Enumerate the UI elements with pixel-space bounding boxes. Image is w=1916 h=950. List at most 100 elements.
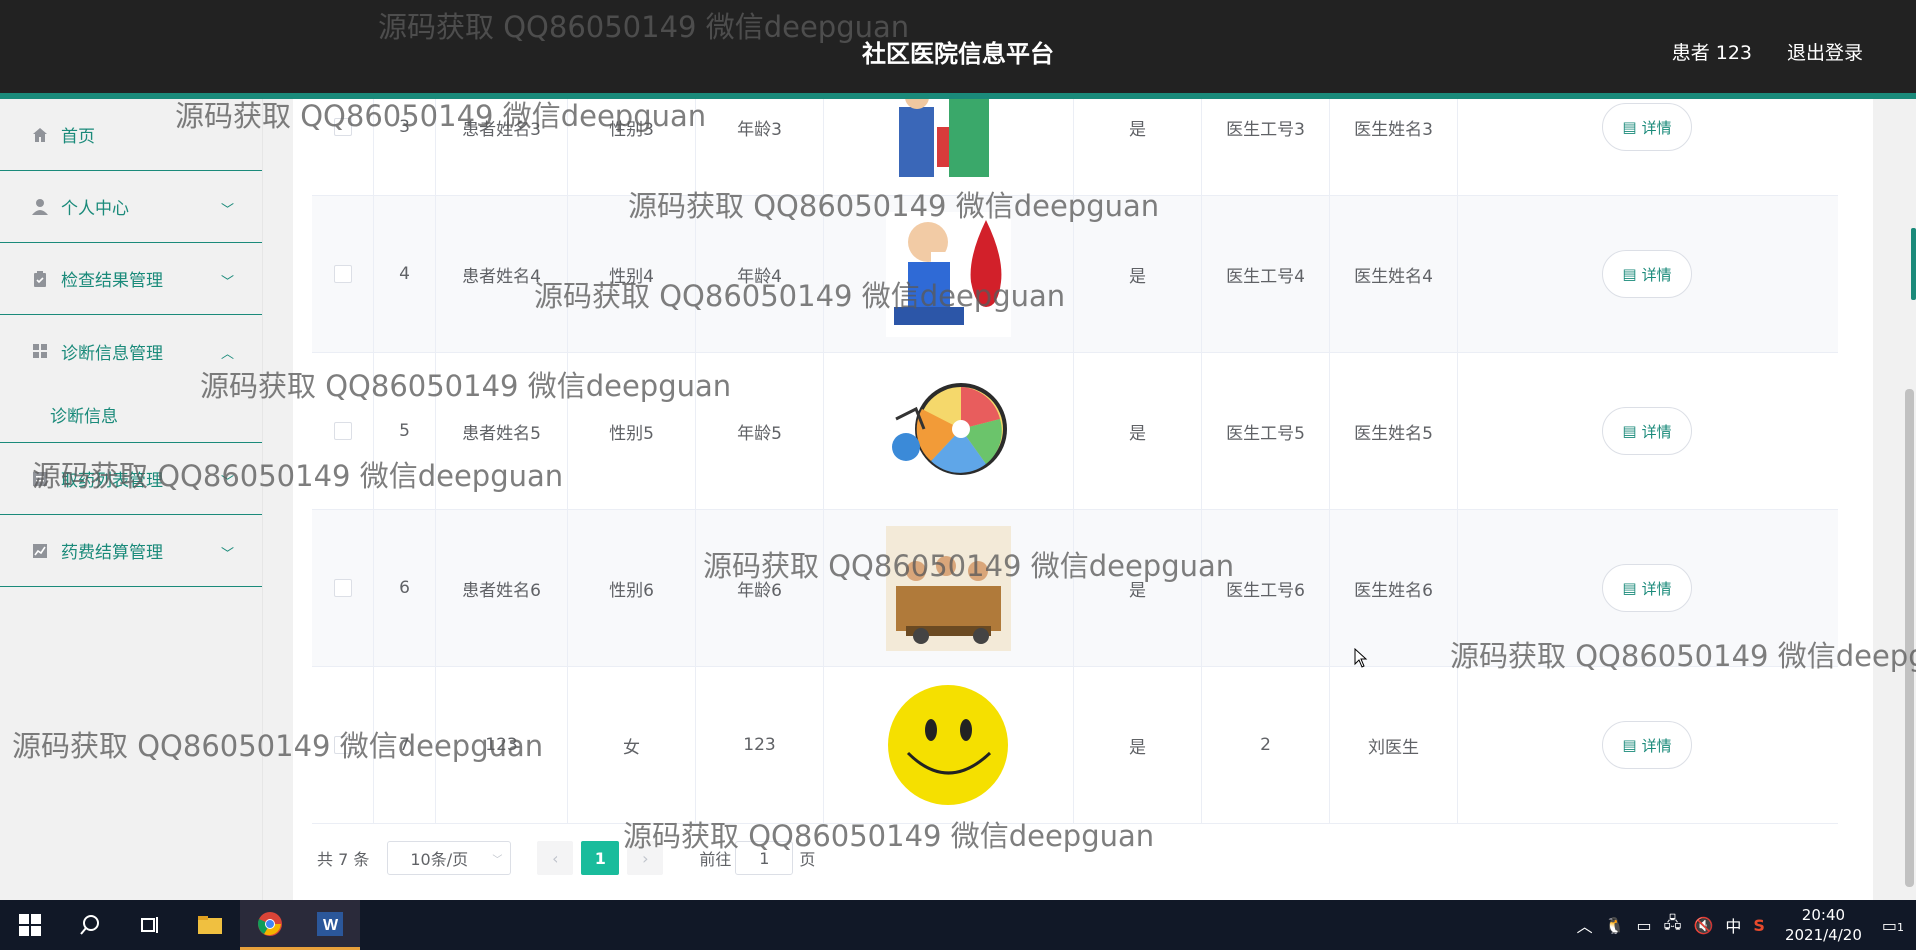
ime-indicator[interactable]: 中: [1725, 913, 1741, 937]
row-checkbox[interactable]: [333, 265, 352, 283]
patient-gender: 女: [568, 667, 696, 823]
action-cell: ▤ 详情: [1458, 353, 1836, 509]
windows-icon: [19, 914, 41, 936]
search-button[interactable]: [60, 900, 120, 950]
task-view-button[interactable]: [120, 900, 180, 950]
page-number-current[interactable]: 1: [581, 841, 620, 875]
word-button[interactable]: W: [300, 900, 360, 950]
network-icon[interactable]: 🖧: [1664, 912, 1682, 939]
scrollbar-thumb[interactable]: [1905, 389, 1914, 887]
action-cell: ▤ 详情: [1458, 510, 1836, 666]
sidebar-item-medicine-list[interactable]: 取药列表管理 ﹀: [0, 443, 262, 515]
table-row: 6 患者姓名6 性别6 年龄6 是 医生工号6 医生姓名6 ▤ 详情: [312, 510, 1838, 667]
flag-value: 是: [1074, 196, 1202, 352]
page-size-select[interactable]: 10条/页 ﹀: [387, 841, 512, 875]
action-cell: ▤ 详情: [1458, 196, 1836, 352]
page-suffix: 页: [799, 850, 816, 869]
flag-value: 是: [1074, 99, 1202, 195]
windows-start-button[interactable]: [0, 900, 60, 950]
prev-page-button[interactable]: ‹: [537, 841, 574, 875]
next-page-button[interactable]: ›: [627, 841, 664, 875]
clock[interactable]: 20:40 2021/4/20: [1785, 905, 1862, 945]
doctor-name: 医生姓名5: [1330, 353, 1458, 509]
row-checkbox-cell: [312, 510, 374, 666]
row-checkbox[interactable]: [333, 736, 352, 754]
detail-button[interactable]: ▤ 详情: [1602, 407, 1692, 455]
doctor-name: 医生姓名3: [1330, 99, 1458, 195]
row-checkbox[interactable]: [333, 118, 352, 136]
svg-text:W: W: [323, 917, 339, 934]
patient-gender: 性别6: [568, 510, 696, 666]
crowd-illustration-image: [886, 525, 1011, 651]
page-scrollbar[interactable]: [1903, 99, 1916, 900]
goto-page-input[interactable]: [735, 841, 794, 875]
row-checkbox[interactable]: [333, 422, 352, 440]
sidebar-item-home[interactable]: 首页: [0, 99, 262, 171]
chart-icon: [30, 541, 50, 561]
doctor-number: 医生工号3: [1202, 99, 1330, 195]
image-cell: [824, 99, 1074, 195]
row-checkbox-cell: [312, 196, 374, 352]
notification-icon[interactable]: ▭1: [1882, 916, 1904, 935]
detail-label: 详情: [1641, 422, 1672, 441]
file-explorer-button[interactable]: [180, 900, 240, 950]
page-size-value: 10条/页: [410, 850, 469, 869]
doctor-name: 医生姓名6: [1330, 510, 1458, 666]
row-checkbox[interactable]: [333, 579, 352, 597]
detail-label: 详情: [1641, 118, 1672, 137]
sogou-icon[interactable]: S: [1753, 916, 1765, 935]
detail-label: 详情: [1641, 265, 1672, 284]
table-row: 5 患者姓名5 性别5 年龄5 是 医生工号5 医生姓名5 ▤ 详情: [312, 353, 1838, 510]
doctor-name: 刘医生: [1330, 667, 1458, 823]
doctor-number: 医生工号6: [1202, 510, 1330, 666]
detail-button[interactable]: ▤ 详情: [1602, 250, 1692, 298]
patient-name: 患者姓名4: [436, 196, 568, 352]
pagination: 共 7 条 10条/页 ﹀ ‹ 1 › 前往 页: [311, 840, 815, 876]
image-cell: [824, 510, 1074, 666]
chevron-up-icon: ︿: [220, 347, 234, 362]
patient-gender: 性别4: [568, 196, 696, 352]
chevron-up-icon[interactable]: ︿: [1577, 913, 1593, 937]
detail-button[interactable]: ▤ 详情: [1602, 103, 1692, 151]
sidebar-item-check-results[interactable]: 检查结果管理 ﹀: [0, 243, 262, 315]
user-icon: [30, 197, 50, 217]
detail-button[interactable]: ▤ 详情: [1602, 564, 1692, 612]
document-icon: ▤: [1622, 118, 1637, 136]
doctor-number: 医生工号4: [1202, 196, 1330, 352]
clock-time: 20:40: [1801, 906, 1846, 924]
flag-value: 是: [1074, 510, 1202, 666]
chevron-right-icon: ›: [642, 848, 649, 868]
sidebar-item-personal[interactable]: 个人中心 ﹀: [0, 171, 262, 243]
document-icon: ▤: [1622, 579, 1637, 597]
word-icon: W: [317, 911, 343, 936]
goto-label: 前往: [699, 850, 732, 869]
wheel-illustration-image: [886, 369, 1011, 494]
image-cell: [824, 667, 1074, 823]
sidebar-item-label: 首页: [61, 127, 95, 147]
flag-value: 是: [1074, 353, 1202, 509]
doctor-number: 2: [1202, 667, 1330, 823]
battery-icon[interactable]: ▭: [1637, 916, 1652, 935]
task-view-icon: [141, 917, 158, 933]
sidebar-item-diagnosis[interactable]: 诊断信息管理 ︿: [0, 315, 262, 387]
patient-gender: 性别3: [568, 99, 696, 195]
sidebar-subitem-diagnosis-info[interactable]: 诊断信息: [0, 387, 262, 443]
sidebar-item-billing[interactable]: 药费结算管理 ﹀: [0, 515, 262, 587]
document-icon: ▤: [1622, 422, 1637, 440]
chrome-button[interactable]: [240, 900, 300, 950]
main-content: 3 患者姓名3 性别3 年龄3 是 医生工号3 医生姓名3 ▤ 详情 4 患者姓…: [263, 99, 1903, 900]
logout-button[interactable]: 退出登录: [1787, 38, 1863, 65]
volume-mute-icon[interactable]: 🔇: [1693, 916, 1713, 935]
detail-button[interactable]: ▤ 详情: [1602, 721, 1692, 769]
chevron-down-icon: ﹀: [220, 203, 234, 218]
action-cell: ▤ 详情: [1458, 99, 1836, 195]
diabetes-illustration-image: [886, 211, 1011, 337]
search-icon: [80, 915, 99, 935]
table-row: 4 患者姓名4 性别4 年龄4 是 医生工号4 医生姓名4 ▤ 详情: [312, 196, 1838, 353]
patient-age: 年龄3: [696, 99, 824, 195]
folder-icon: [198, 916, 222, 934]
patient-gender: 性别5: [568, 353, 696, 509]
system-tray: ︿ 🐧 ▭ 🖧 🔇 中 S 20:40 2021/4/20 ▭1: [1571, 900, 1916, 950]
qq-icon[interactable]: 🐧: [1605, 916, 1625, 935]
sidebar-item-label: 药费结算管理: [61, 543, 163, 563]
